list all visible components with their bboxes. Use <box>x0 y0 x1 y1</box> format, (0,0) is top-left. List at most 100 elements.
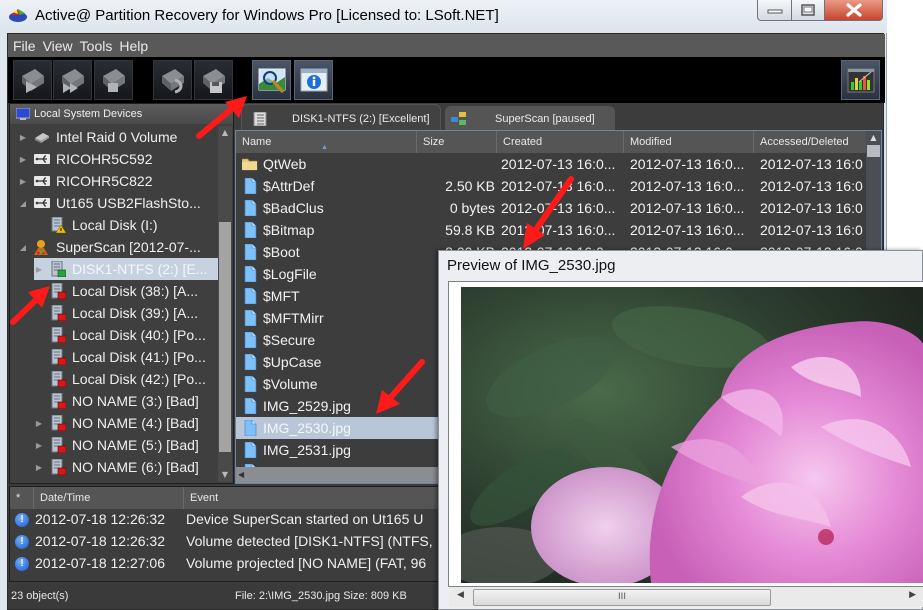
column-header-size[interactable]: Size <box>417 131 497 153</box>
recover-button[interactable] <box>153 60 192 100</box>
scroll-right-arrow[interactable]: ▶ <box>909 590 916 600</box>
tree-item[interactable]: ▶ RICOHR5C822 <box>18 170 219 192</box>
collapse-arrow-icon[interactable]: ◢ <box>18 243 28 252</box>
info-exclamation-icon: ! <box>15 513 29 527</box>
tree-item[interactable]: ▶ NO NAME (6:) [Bad] <box>34 456 219 478</box>
volume-green-icon <box>51 261 66 277</box>
file-row[interactable]: $BadClus 0 bytes 2012-07-13 16:0... 2012-07… <box>236 197 867 219</box>
expand-arrow-icon[interactable]: ▶ <box>34 419 44 428</box>
expand-arrow-icon[interactable]: ▶ <box>18 177 28 186</box>
tree-item[interactable]: Local Disk (39:) [A... <box>34 302 219 324</box>
menu-tools[interactable]: Tools <box>80 38 113 54</box>
file-name-cell: $Volume <box>263 376 318 392</box>
file-name-cell: $BadClus <box>263 200 324 216</box>
expand-arrow-icon[interactable]: ▶ <box>34 265 44 274</box>
file-row[interactable]: $AttrDef 2.50 KB 2012-07-13 16:0... 2012-07… <box>236 175 867 197</box>
collapse-arrow-icon[interactable]: ◢ <box>18 199 28 208</box>
save-scan-button[interactable] <box>194 60 233 100</box>
tree-item[interactable]: ◢ Ut165 USB2FlashSto... <box>18 192 219 214</box>
maximize-icon <box>801 4 815 16</box>
image-preview-window: Preview of IMG_2530.jpg ◀ III ▶ <box>438 250 923 610</box>
expand-arrow-icon[interactable]: ▶ <box>34 441 44 450</box>
maximize-button[interactable] <box>792 0 825 21</box>
menu-help[interactable]: Help <box>119 38 148 54</box>
log-row[interactable]: ! 2012-07-18 12:26:32 Volume detected [DIS… <box>10 531 448 553</box>
scan-disk-button[interactable] <box>13 60 52 100</box>
tree-item[interactable]: ▶ Intel Raid 0 Volume <box>18 126 219 148</box>
tree-item[interactable]: ▶ DISK1-NTFS (2:) [E... <box>34 258 219 280</box>
tree-item[interactable]: ▶ NO NAME (5:) [Bad] <box>34 434 219 456</box>
log-datetime: 2012-07-18 12:27:06 <box>35 555 165 571</box>
file-row[interactable]: QtWeb 2012-07-13 16:0... 2012-07-13 16:0..… <box>236 153 867 175</box>
menu-file[interactable]: File <box>13 38 36 54</box>
expand-arrow-icon[interactable]: ▶ <box>18 155 28 164</box>
tree-item[interactable]: Local Disk (40:) [Po... <box>34 324 219 346</box>
tree-item[interactable]: Local Disk (I:) <box>34 214 219 236</box>
file-name-cell: $AttrDef <box>263 178 315 194</box>
log-row[interactable]: ! 2012-07-18 12:27:06 Volume projected [NO… <box>10 553 448 575</box>
tree-item[interactable]: Local Disk (38:) [A... <box>34 280 219 302</box>
preview-scroll-thumb[interactable]: III <box>473 589 771 606</box>
preview-button[interactable] <box>252 60 291 100</box>
file-accessed-cell: 2012-07-13 16:0 <box>760 156 863 172</box>
file-created-cell: 2012-07-13 16:0... <box>501 156 616 172</box>
file-name-cell: IMG_2529.jpg <box>263 398 351 414</box>
log-row[interactable]: ! 2012-07-18 12:26:32 Device SuperScan sta… <box>10 509 448 531</box>
column-header-event[interactable]: Event <box>184 487 448 509</box>
superscan-button[interactable] <box>53 60 92 100</box>
preview-horizontal-scrollbar[interactable]: ◀ III ▶ <box>449 587 923 607</box>
info-exclamation-icon: ! <box>15 557 29 571</box>
tree-item[interactable]: ◢ SuperScan [2012-07-... <box>18 236 219 258</box>
file-icon <box>242 332 258 348</box>
volume-red-icon <box>51 305 66 321</box>
column-header-datetime[interactable]: Date/Time <box>34 487 184 509</box>
log-event: Device SuperScan started on Ut165 U <box>186 511 424 527</box>
stop-scan-button[interactable] <box>94 60 133 100</box>
title-bar[interactable]: Active@ Partition Recovery for Windows P… <box>0 0 887 33</box>
tree-item[interactable]: ▶ RICOHR5C592 <box>18 148 219 170</box>
expand-arrow-icon[interactable]: ▶ <box>18 133 28 142</box>
tree-item[interactable]: ▶ NO NAME (4:) [Bad] <box>34 412 219 434</box>
scroll-up-arrow[interactable]: ▲ <box>866 131 881 145</box>
tab-disk1-ntfs[interactable]: DISK1-NTFS (2:) [Excellent] <box>241 104 441 132</box>
tab-superscan[interactable]: SuperScan [paused] <box>445 106 615 132</box>
file-name-cell: $Boot <box>263 244 300 260</box>
equalizer-chart-icon <box>847 68 874 93</box>
tree-scroll-thumb[interactable] <box>219 222 231 452</box>
column-header-accessed[interactable]: Accessed/Deleted <box>754 131 867 153</box>
file-icon <box>242 222 258 238</box>
menu-bar: File View Tools Help <box>8 34 885 57</box>
column-header-modified[interactable]: Modified <box>624 131 754 153</box>
file-icon <box>242 442 258 458</box>
preview-frame <box>448 281 923 587</box>
minimize-button[interactable] <box>757 0 792 21</box>
status-bar: 23 object(s) File: 2:\IMG_2530.jpg Size:… <box>8 584 448 609</box>
tab-label: SuperScan [paused] <box>495 113 595 125</box>
properties-button[interactable] <box>294 60 333 100</box>
disk-play-icon <box>21 69 44 93</box>
tree-item[interactable]: Local Disk (41:) [Po... <box>34 346 219 368</box>
file-name-cell: $MFT <box>263 288 300 304</box>
tree-item[interactable]: NO NAME (3:) [Bad] <box>34 390 219 412</box>
file-row[interactable]: $Bitmap 59.8 KB 2012-07-13 16:0... 2012-07-… <box>236 219 867 241</box>
scroll-left-arrow[interactable]: ◀ <box>457 590 464 600</box>
monitor-button[interactable] <box>841 60 880 100</box>
scroll-left-arrow[interactable]: ◀ <box>238 467 252 483</box>
tree-scrollbar[interactable]: ▲ ▼ <box>218 126 232 482</box>
file-list-scroll-thumb[interactable] <box>867 145 880 157</box>
file-name-cell: $UpCase <box>263 354 322 370</box>
folder-icon <box>242 156 258 172</box>
tree-item-label: RICOHR5C592 <box>56 151 153 167</box>
scroll-up-arrow[interactable]: ▲ <box>218 126 232 140</box>
menu-view[interactable]: View <box>43 38 73 54</box>
file-list-horizontal-scrollbar[interactable]: ◀ <box>236 467 446 483</box>
tree-item[interactable]: Local Disk (42:) [Po... <box>34 368 219 390</box>
close-button[interactable] <box>825 0 883 21</box>
column-header-name[interactable]: Name ▲ <box>236 131 417 153</box>
scroll-down-arrow[interactable]: ▼ <box>218 468 232 482</box>
column-header-marker[interactable]: * <box>10 487 34 509</box>
column-header-created[interactable]: Created <box>497 131 624 153</box>
expand-arrow-icon[interactable]: ▶ <box>34 463 44 472</box>
tree-item-label: SuperScan [2012-07-... <box>56 239 201 255</box>
usb-icon <box>34 198 50 208</box>
